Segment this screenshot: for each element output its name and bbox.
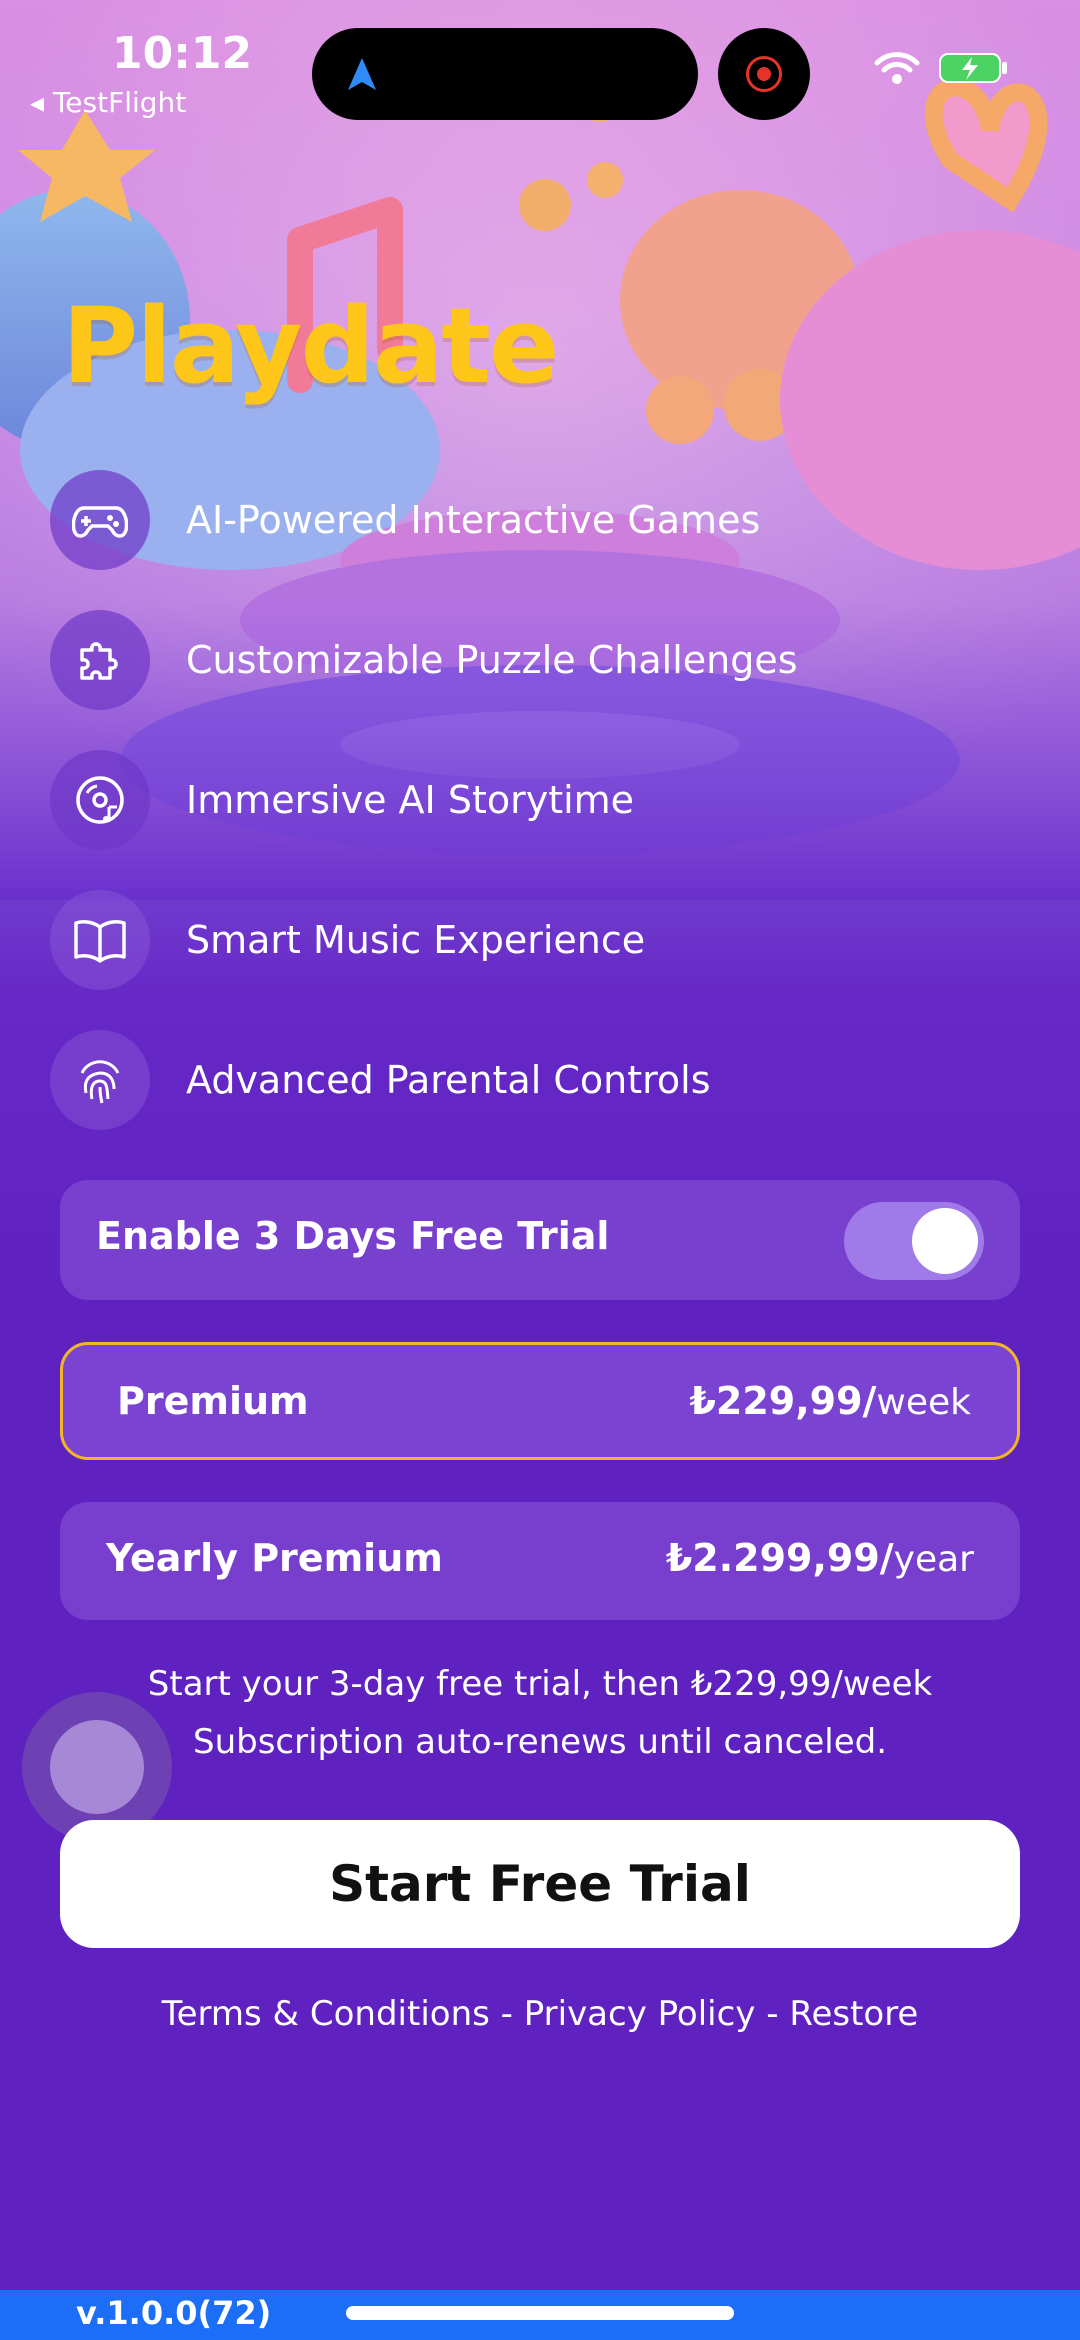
plan-option-premium[interactable]: Premium ₺229,99/week bbox=[60, 1342, 1020, 1460]
feature-label: Immersive AI Storytime bbox=[186, 778, 635, 822]
wifi-icon bbox=[874, 52, 920, 84]
feature-label: AI-Powered Interactive Games bbox=[186, 498, 761, 542]
restore-link[interactable]: Restore bbox=[789, 1994, 918, 2034]
trial-terms-text: Start your 3-day free trial, then ₺229,9… bbox=[147, 1664, 933, 1704]
plan-name: Yearly Premium bbox=[106, 1536, 443, 1580]
free-trial-toggle[interactable] bbox=[844, 1202, 984, 1280]
link-separator: - bbox=[755, 1994, 790, 2034]
feature-item: Smart Music Experience bbox=[50, 890, 645, 990]
paywall-screen: 10:12 ◂ TestFlight Playdate AI-Powered I… bbox=[0, 0, 1080, 2340]
battery-charging-icon bbox=[939, 53, 1007, 83]
price-amount: ₺2.299,99/ bbox=[665, 1536, 894, 1580]
feature-item: AI-Powered Interactive Games bbox=[50, 470, 760, 570]
feature-label: Smart Music Experience bbox=[186, 918, 646, 962]
version-label: v.1.0.0(72) bbox=[76, 2294, 272, 2332]
record-icon bbox=[746, 56, 782, 92]
status-icons bbox=[874, 50, 1010, 86]
footer-links: Terms & Conditions - Privacy Policy - Re… bbox=[0, 1994, 1080, 2034]
price-unit: week bbox=[876, 1382, 971, 1423]
start-free-trial-button[interactable]: Start Free Trial bbox=[60, 1820, 1020, 1948]
free-trial-toggle-row[interactable]: Enable 3 Days Free Trial bbox=[60, 1180, 1020, 1300]
terms-link[interactable]: Terms & Conditions bbox=[162, 1994, 490, 2034]
toggle-knob bbox=[912, 1208, 978, 1274]
music-disc-icon bbox=[50, 750, 150, 850]
plan-name: Premium bbox=[117, 1379, 309, 1423]
feature-item: Customizable Puzzle Challenges bbox=[50, 610, 798, 710]
privacy-link[interactable]: Privacy Policy bbox=[524, 1994, 756, 2034]
price-amount: ₺229,99/ bbox=[689, 1379, 877, 1423]
plan-option-yearly[interactable]: Yearly Premium ₺2.299,99/year bbox=[60, 1502, 1020, 1620]
back-to-testflight-link[interactable]: ◂ TestFlight bbox=[30, 86, 186, 119]
price-unit: year bbox=[893, 1539, 974, 1580]
location-arrow-icon bbox=[348, 58, 376, 90]
plan-price: ₺229,99/week bbox=[689, 1379, 971, 1423]
app-title: Playdate bbox=[62, 285, 560, 407]
feature-item: Advanced Parental Controls bbox=[50, 1030, 711, 1130]
feature-label: Customizable Puzzle Challenges bbox=[186, 638, 798, 682]
fingerprint-icon bbox=[50, 1030, 150, 1130]
book-icon bbox=[50, 890, 150, 990]
status-time: 10:12 bbox=[112, 28, 253, 79]
home-indicator[interactable] bbox=[346, 2306, 734, 2320]
link-separator: - bbox=[489, 1994, 524, 2034]
feature-label: Advanced Parental Controls bbox=[186, 1058, 711, 1102]
gamepad-icon bbox=[50, 470, 150, 570]
puzzle-icon bbox=[50, 610, 150, 710]
dynamic-island bbox=[312, 28, 698, 120]
feature-item: Immersive AI Storytime bbox=[50, 750, 634, 850]
free-trial-label: Enable 3 Days Free Trial bbox=[96, 1214, 610, 1258]
plan-price: ₺2.299,99/year bbox=[666, 1536, 974, 1580]
